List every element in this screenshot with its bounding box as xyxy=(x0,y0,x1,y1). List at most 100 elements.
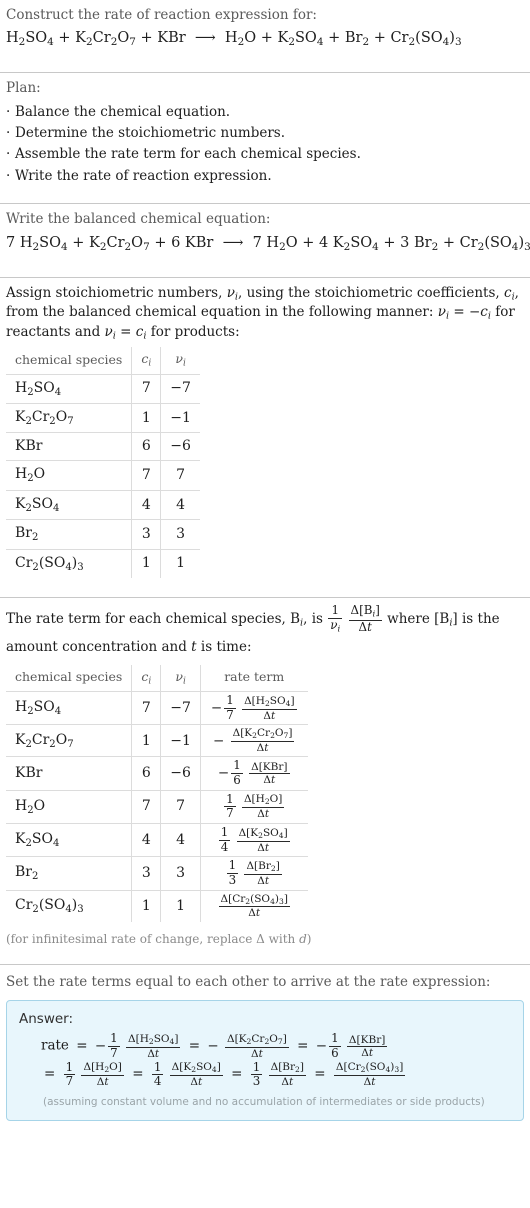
rate-term-cell: −1 7 Δ[H2SO4] Δt xyxy=(199,691,308,726)
inline-fraction: 1 νi xyxy=(328,603,343,635)
reaction-arrow-icon: ⟶ xyxy=(222,234,244,251)
plan-step-label: Write the rate of reaction expression. xyxy=(15,167,272,184)
plan-title: Plan: xyxy=(6,80,41,97)
table-row: H2O 7 7 xyxy=(6,460,200,491)
v-cell: 3 xyxy=(160,519,200,550)
table-row: KBr 6 −6 xyxy=(6,432,200,462)
c-cell: 6 xyxy=(131,756,162,791)
c-cell: 4 xyxy=(131,823,162,858)
species-cell: K2Cr2O7 xyxy=(6,403,133,434)
v-cell: 7 xyxy=(160,789,201,825)
bullet-icon: · xyxy=(6,146,11,163)
c-cell: 7 xyxy=(131,789,162,825)
answer-pod: Answer: rate = −1 7 Δ[H2SO4] Δt = − Δ[K2Cr… xyxy=(6,999,524,1121)
species-cell: H2O xyxy=(6,460,133,491)
species-cell: H2SO4 xyxy=(6,691,133,726)
prompt-line: Construct the rate of reaction expressio… xyxy=(6,7,317,23)
inline-fraction: Δ[Bi] Δt xyxy=(348,603,382,635)
bullet-icon: · xyxy=(6,125,11,142)
col-v: νi xyxy=(160,664,201,693)
c-cell: 7 xyxy=(131,460,162,491)
table-header-row: chemical species ci νi xyxy=(6,347,200,375)
rateterm-footnote: (for infinitesimal rate of change, repla… xyxy=(6,931,312,946)
table-row: H2SO4 7 −7 −1 7 Δ[H2SO4] Δt xyxy=(6,691,308,726)
c-cell: 1 xyxy=(131,889,162,922)
plan-section: Plan: · Balance the chemical equation. · D… xyxy=(0,73,530,194)
rate-term-cell: −1 6 Δ[KBr] Δt xyxy=(199,756,308,791)
balanced-section: Write the balanced chemical equation: 7 … xyxy=(0,204,530,267)
answer-expression: rate = −1 7 Δ[H2SO4] Δt = − Δ[K2Cr2O7] Δt =… xyxy=(19,1032,511,1089)
v-cell: −1 xyxy=(160,403,200,434)
plan-step: · Balance the chemical equation. xyxy=(6,101,524,122)
table-row: K2Cr2O7 1 −1 xyxy=(6,403,200,434)
species-cell: Br2 xyxy=(6,519,133,550)
table-row: Cr2(SO4)3 1 1 xyxy=(6,548,200,578)
species-cell: Br2 xyxy=(6,856,133,891)
col-c: ci xyxy=(131,347,162,375)
col-v: νi xyxy=(160,347,200,375)
c-cell: 3 xyxy=(131,519,162,550)
rate-term-cell: 14 Δ[K2SO4] Δt xyxy=(199,823,308,858)
answer-label: Answer: xyxy=(19,1010,74,1027)
v-cell: 7 xyxy=(160,460,200,491)
plan-step-label: Balance the chemical equation. xyxy=(15,103,231,120)
v-cell: −7 xyxy=(160,691,201,726)
table-row: Br2 3 3 xyxy=(6,519,200,550)
final-section: Set the rate terms equal to each other t… xyxy=(0,965,530,1129)
balanced-equation: 7 H2SO4 + K2Cr2O7 + 6 KBr ⟶ 7 H2O + 4 K2… xyxy=(6,234,530,253)
c-cell: 7 xyxy=(131,373,162,405)
species-cell: K2SO4 xyxy=(6,489,133,521)
species-cell: KBr xyxy=(6,432,133,462)
species-cell: KBr xyxy=(6,756,133,791)
v-cell: −6 xyxy=(160,432,200,462)
rate-term-table: chemical species ci νi rate term H2SO4 7… xyxy=(6,664,308,922)
plan-list: · Balance the chemical equation. · Determi… xyxy=(6,101,524,186)
plan-step-label: Assemble the rate term for each chemical… xyxy=(15,146,361,163)
rate-term-cell: 17 Δ[H2O] Δt xyxy=(199,789,308,825)
c-cell: 4 xyxy=(131,489,162,521)
bullet-icon: · xyxy=(6,167,11,184)
table-row: K2SO4 4 4 xyxy=(6,489,200,521)
rateterm-intro: The rate term for each chemical species,… xyxy=(6,603,500,655)
answer-assumption: (assuming constant volume and no accumul… xyxy=(43,1095,485,1108)
rate-term-cell: 13 Δ[Br2] Δt xyxy=(199,856,308,891)
rate-term-cell: − Δ[K2Cr2O7] Δt xyxy=(199,724,308,758)
table-row: Br2 3 3 13 Δ[Br2] Δt xyxy=(6,856,308,891)
c-cell: 7 xyxy=(131,691,162,726)
rateterm-section: The rate term for each chemical species,… xyxy=(0,598,530,955)
stoich-intro: Assign stoichiometric numbers, νi, using… xyxy=(6,284,519,342)
v-cell: 4 xyxy=(160,823,201,858)
species-cell: K2Cr2O7 xyxy=(6,724,133,758)
table-row: KBr 6 −6 −1 6 Δ[KBr] Δt xyxy=(6,756,308,791)
col-species: chemical species xyxy=(6,664,133,693)
answer-expression-line-1: rate = −1 7 Δ[H2SO4] Δt = − Δ[K2Cr2O7] Δt =… xyxy=(41,1031,388,1060)
col-rate-term: rate term xyxy=(199,664,308,693)
v-cell: 1 xyxy=(160,889,201,922)
prompt-section: Construct the rate of reaction expressio… xyxy=(0,0,530,63)
table-row: H2SO4 7 −7 xyxy=(6,373,200,405)
stoich-section: Assign stoichiometric numbers, νi, using… xyxy=(0,278,530,588)
final-intro: Set the rate terms equal to each other t… xyxy=(6,973,491,990)
v-cell: 3 xyxy=(160,856,201,891)
species-cell: Cr2(SO4)3 xyxy=(6,889,133,922)
c-cell: 1 xyxy=(131,548,162,578)
rate-term-cell: Δ[Cr2(SO4)3] Δt xyxy=(199,889,308,922)
v-cell: 4 xyxy=(160,489,200,521)
table-header-row: chemical species ci νi rate term xyxy=(6,664,308,693)
species-cell: H2SO4 xyxy=(6,373,133,405)
plan-step: · Assemble the rate term for each chemica… xyxy=(6,144,524,165)
table-row: H2O 7 7 17 Δ[H2O] Δt xyxy=(6,789,308,825)
v-cell: 1 xyxy=(160,548,200,578)
reaction-arrow-icon: ⟶ xyxy=(194,30,216,47)
species-cell: H2O xyxy=(6,789,133,825)
v-cell: −6 xyxy=(160,756,201,791)
species-cell: K2SO4 xyxy=(6,823,133,858)
table-row: K2Cr2O7 1 −1 − Δ[K2Cr2O7] Δt xyxy=(6,724,308,758)
rate-label: rate xyxy=(41,1037,69,1054)
col-species: chemical species xyxy=(6,347,133,375)
answer-expression-line-2: = 17 Δ[H2O] Δt = 14 Δ[K2SO4] Δt = 13 Δ[Br2… xyxy=(44,1059,406,1089)
col-c: ci xyxy=(131,664,162,693)
v-cell: −1 xyxy=(160,724,201,758)
c-cell: 1 xyxy=(131,403,162,434)
table-row: Cr2(SO4)3 1 1 Δ[Cr2(SO4)3] Δt xyxy=(6,889,308,922)
